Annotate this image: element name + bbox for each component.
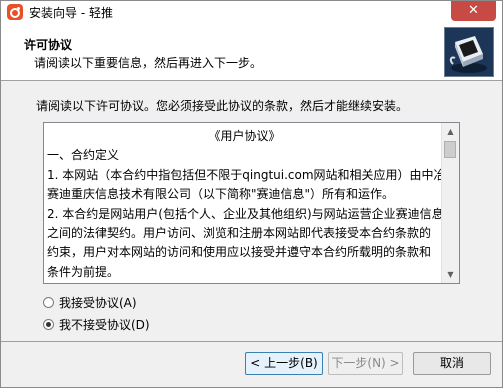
back-button[interactable]: < 上一步(B) xyxy=(245,352,323,375)
license-line: 之间的法律契约。用户访问、浏览和注册本网站即代表接受本合约条款的 xyxy=(47,225,432,240)
wizard-header: 许可协议 请阅读以下重要信息，然后再进入下一步。 xyxy=(1,23,502,81)
scrollbar-thumb[interactable] xyxy=(444,141,456,158)
scroll-up-arrow-icon[interactable]: ▲ xyxy=(442,123,459,140)
decline-radio[interactable] xyxy=(43,318,54,330)
footer-divider xyxy=(1,341,502,342)
license-line: 条件为前提。 xyxy=(47,264,120,279)
scroll-down-arrow-icon[interactable]: ▼ xyxy=(442,266,459,283)
window-title: 安装向导 - 轻推 xyxy=(29,6,113,20)
license-instruction: 请阅读以下许可协议。您必须接受此协议的条款，然后才能继续安装。 xyxy=(36,99,409,113)
license-line: 《用户协议》 xyxy=(208,129,281,143)
accept-radio[interactable] xyxy=(43,296,54,308)
license-text: 《用户协议》 一、合约定义 1. 本网站（本合约中指包括但不限于qingtui.… xyxy=(47,127,442,282)
license-textbox[interactable]: 《用户协议》 一、合约定义 1. 本网站（本合约中指包括但不限于qingtui.… xyxy=(43,122,460,284)
installer-window: 安装向导 - 轻推 ✕ 许可协议 请阅读以下重要信息，然后再进入下一步。 请阅读… xyxy=(0,0,503,388)
license-line: 赛迪重庆信息技术有限公司（以下简称"赛迪信息"）所有和运作。 xyxy=(47,187,395,202)
license-line: 2. 本合约是网站用户(包括个人、企业及其他组织)与网站运营企业赛迪信息 xyxy=(47,206,442,221)
close-button[interactable]: ✕ xyxy=(451,1,496,21)
license-line: 1. 本网站（本合约中指包括但不限于qingtui.com网站和相关应用）由中冶 xyxy=(47,167,442,182)
vertical-scrollbar[interactable]: ▲ ▼ xyxy=(441,123,459,283)
decline-label: 我不接受协议(D) xyxy=(59,317,150,332)
accept-option[interactable]: 我接受协议(A) xyxy=(43,294,137,310)
title-bar: 安装向导 - 轻推 ✕ xyxy=(1,1,502,23)
decline-option[interactable]: 我不接受协议(D) xyxy=(43,316,150,332)
close-icon: ✕ xyxy=(468,3,479,18)
installer-logo xyxy=(444,27,494,77)
page-title: 许可协议 xyxy=(24,38,73,52)
accept-label: 我接受协议(A) xyxy=(59,295,137,310)
page-subtitle: 请阅读以下重要信息，然后再进入下一步。 xyxy=(34,56,263,70)
cancel-button[interactable]: 取消 xyxy=(413,352,491,375)
app-icon xyxy=(7,4,23,20)
license-line: 一、合约定义 xyxy=(47,148,120,163)
license-line: 约束，用户对本网站的访问和使用应以接受并遵守本合约所载明的条款和 xyxy=(47,245,432,260)
next-button[interactable]: 下一步(N) > xyxy=(328,352,403,375)
